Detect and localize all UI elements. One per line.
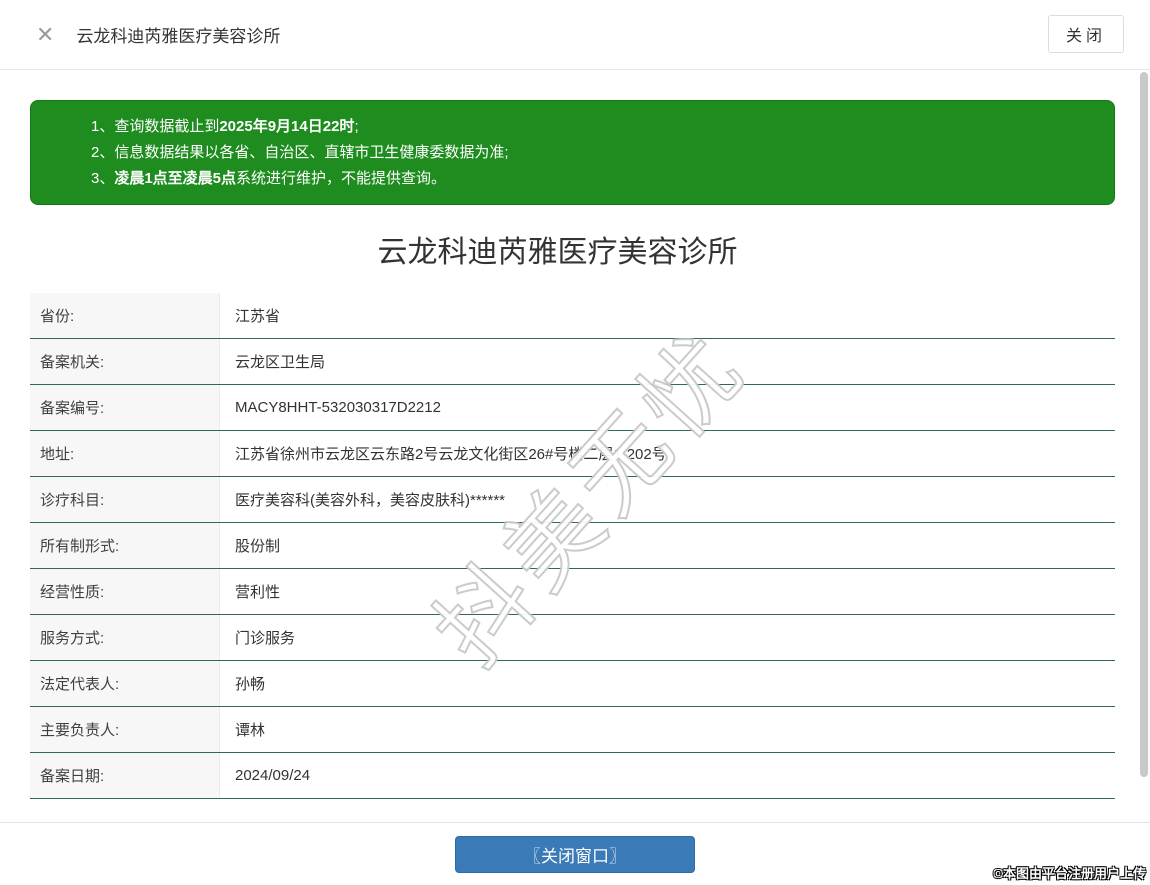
page-title: 云龙科迪芮雅医疗美容诊所 xyxy=(76,27,281,46)
notice-line-2: 2、信息数据结果以各省、自治区、直辖市卫生健康委数据为准; xyxy=(91,144,509,161)
detail-table: 省份: 江苏省 备案机关: 云龙区卫生局 备案编号: MACY8HHT-5320… xyxy=(30,293,1115,799)
row-value: MACY8HHT-532030317D2212 xyxy=(235,399,441,416)
header: ✕ 云龙科迪芮雅医疗美容诊所 关闭 xyxy=(0,0,1150,70)
row-value: 孙畅 xyxy=(235,676,266,693)
row-value: 江苏省 xyxy=(235,308,281,325)
close-window-button[interactable]: 〖关闭窗口〗 xyxy=(455,836,695,873)
row-label: 备案机关: xyxy=(30,339,220,384)
table-row: 地址: 江苏省徐州市云龙区云东路2号云龙文化街区26#号楼二层1-202号 xyxy=(30,431,1115,477)
close-x-icon[interactable]: ✕ xyxy=(36,23,54,46)
row-label: 主要负责人: xyxy=(30,707,220,752)
row-value: 江苏省徐州市云龙区云东路2号云龙文化街区26#号楼二层1-202号 xyxy=(235,446,667,463)
row-label: 法定代表人: xyxy=(30,661,220,706)
table-row: 主要负责人: 谭林 xyxy=(30,707,1115,753)
record-title: 云龙科迪芮雅医疗美容诊所 xyxy=(377,236,738,269)
notice-line-3: 3、凌晨1点至凌晨5点系统进行维护，不能提供查询。 xyxy=(91,170,447,187)
table-row: 省份: 江苏省 xyxy=(30,293,1115,339)
row-label: 服务方式: xyxy=(30,615,220,660)
table-row: 所有制形式: 股份制 xyxy=(30,523,1115,569)
row-label: 地址: xyxy=(30,431,220,476)
row-value: 营利性 xyxy=(235,584,281,601)
row-value: 2024/09/24 xyxy=(235,767,311,784)
row-label: 备案日期: xyxy=(30,753,220,798)
row-label: 诊疗科目: xyxy=(30,477,220,522)
row-label: 备案编号: xyxy=(30,385,220,430)
row-label: 经营性质: xyxy=(30,569,220,614)
notice-line-1: 1、查询数据截止到2025年9月14日22时; xyxy=(91,118,359,135)
table-row: 备案日期: 2024/09/24 xyxy=(30,753,1115,799)
row-label: 省份: xyxy=(30,293,220,338)
row-value: 谭林 xyxy=(235,722,266,739)
table-row: 诊疗科目: 医疗美容科(美容外科，美容皮肤科)****** xyxy=(30,477,1115,523)
close-button[interactable]: 关闭 xyxy=(1048,15,1124,53)
row-value: 云龙区卫生局 xyxy=(235,354,326,371)
row-value: 医疗美容科(美容外科，美容皮肤科)****** xyxy=(235,492,506,509)
row-value: 门诊服务 xyxy=(235,630,296,647)
table-row: 服务方式: 门诊服务 xyxy=(30,615,1115,661)
table-row: 经营性质: 营利性 xyxy=(30,569,1115,615)
footer-divider xyxy=(0,822,1150,823)
notice-banner: 1、查询数据截止到2025年9月14日22时; 2、信息数据结果以各省、自治区、… xyxy=(30,100,1115,205)
clinic-record-page: ✕ 云龙科迪芮雅医疗美容诊所 关闭 1、查询数据截止到2025年9月14日22时… xyxy=(0,0,1150,885)
row-value: 股份制 xyxy=(235,538,281,555)
table-row: 法定代表人: 孙畅 xyxy=(30,661,1115,707)
table-row: 备案机关: 云龙区卫生局 xyxy=(30,339,1115,385)
upload-note-watermark: ©本图由平台注册用户上传 xyxy=(993,866,1146,881)
row-label: 所有制形式: xyxy=(30,523,220,568)
scrollbar-thumb[interactable] xyxy=(1140,72,1148,777)
table-row: 备案编号: MACY8HHT-532030317D2212 xyxy=(30,385,1115,431)
